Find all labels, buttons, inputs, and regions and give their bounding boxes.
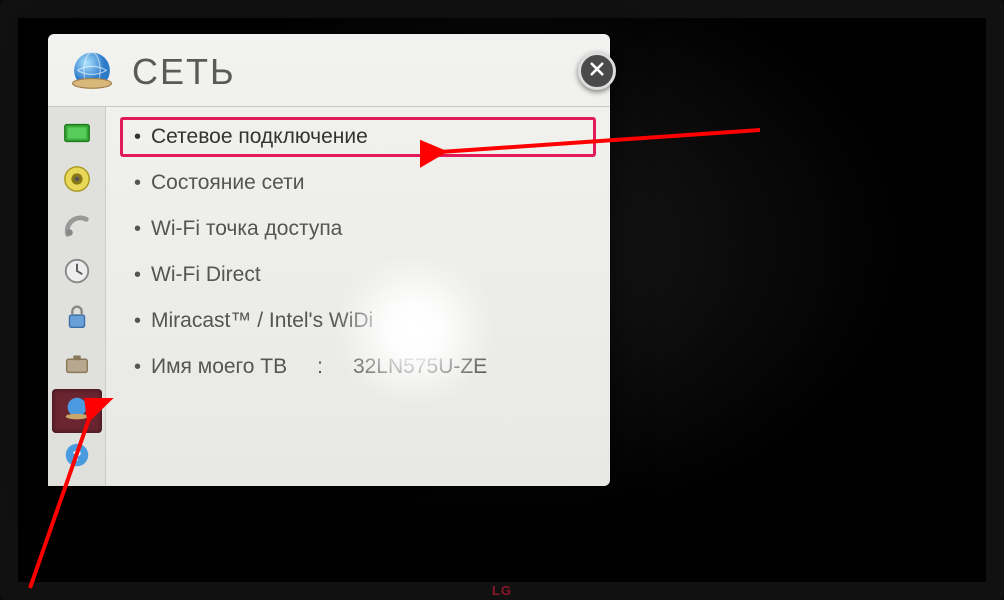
- menu-item-label: Состояние сети: [151, 171, 304, 195]
- settings-sidebar: ?: [48, 107, 106, 486]
- menu-item-wifi-access-point[interactable]: • Wi-Fi точка доступа: [120, 209, 596, 249]
- sidebar-item-picture[interactable]: [52, 113, 102, 157]
- menu-list: • Сетевое подключение • Состояние сети •…: [106, 107, 610, 486]
- sidebar-item-network[interactable]: [52, 389, 102, 433]
- menu-item-tv-name[interactable]: • Имя моего ТВ : 32LN575U-ZE: [120, 347, 596, 387]
- sidebar-item-channel[interactable]: [52, 205, 102, 249]
- menu-item-label: Сетевое подключение: [151, 125, 368, 149]
- menu-item-network-status[interactable]: • Состояние сети: [120, 163, 596, 203]
- menu-item-separator: :: [317, 355, 323, 379]
- bullet-icon: •: [134, 126, 141, 149]
- menu-item-miracast[interactable]: • Miracast™ / Intel's WiDi: [120, 301, 596, 341]
- menu-item-value: 32LN575U-ZE: [353, 355, 487, 379]
- panel-header: СЕТЬ: [48, 34, 610, 107]
- channel-icon: [62, 210, 92, 245]
- sidebar-item-time[interactable]: [52, 251, 102, 295]
- panel-title: СЕТЬ: [132, 51, 236, 93]
- svg-text:?: ?: [72, 447, 81, 464]
- picture-icon: [62, 118, 92, 153]
- lock-icon: [62, 302, 92, 337]
- sidebar-item-support[interactable]: ?: [52, 435, 102, 479]
- menu-item-label: Имя моего ТВ: [151, 355, 287, 379]
- brand-logo: LG: [492, 583, 512, 598]
- sidebar-item-option[interactable]: [52, 343, 102, 387]
- settings-panel: СЕТЬ: [48, 34, 610, 486]
- network-icon: [62, 394, 92, 429]
- bullet-icon: •: [134, 264, 141, 287]
- menu-item-label: Wi-Fi Direct: [151, 263, 261, 287]
- close-button[interactable]: [578, 52, 616, 90]
- support-icon: ?: [62, 440, 92, 475]
- menu-item-label: Wi-Fi точка доступа: [151, 217, 342, 241]
- close-icon: [588, 60, 606, 83]
- network-globe-icon: [66, 46, 118, 98]
- option-icon: [62, 348, 92, 383]
- bullet-icon: •: [134, 172, 141, 195]
- sidebar-item-lock[interactable]: [52, 297, 102, 341]
- menu-item-label: Miracast™ / Intel's WiDi: [151, 309, 373, 333]
- menu-item-network-connection[interactable]: • Сетевое подключение: [120, 117, 596, 157]
- menu-item-wifi-direct[interactable]: • Wi-Fi Direct: [120, 255, 596, 295]
- sidebar-item-sound[interactable]: [52, 159, 102, 203]
- time-icon: [62, 256, 92, 291]
- bullet-icon: •: [134, 356, 141, 379]
- bullet-icon: •: [134, 218, 141, 241]
- bullet-icon: •: [134, 310, 141, 333]
- sound-icon: [62, 164, 92, 199]
